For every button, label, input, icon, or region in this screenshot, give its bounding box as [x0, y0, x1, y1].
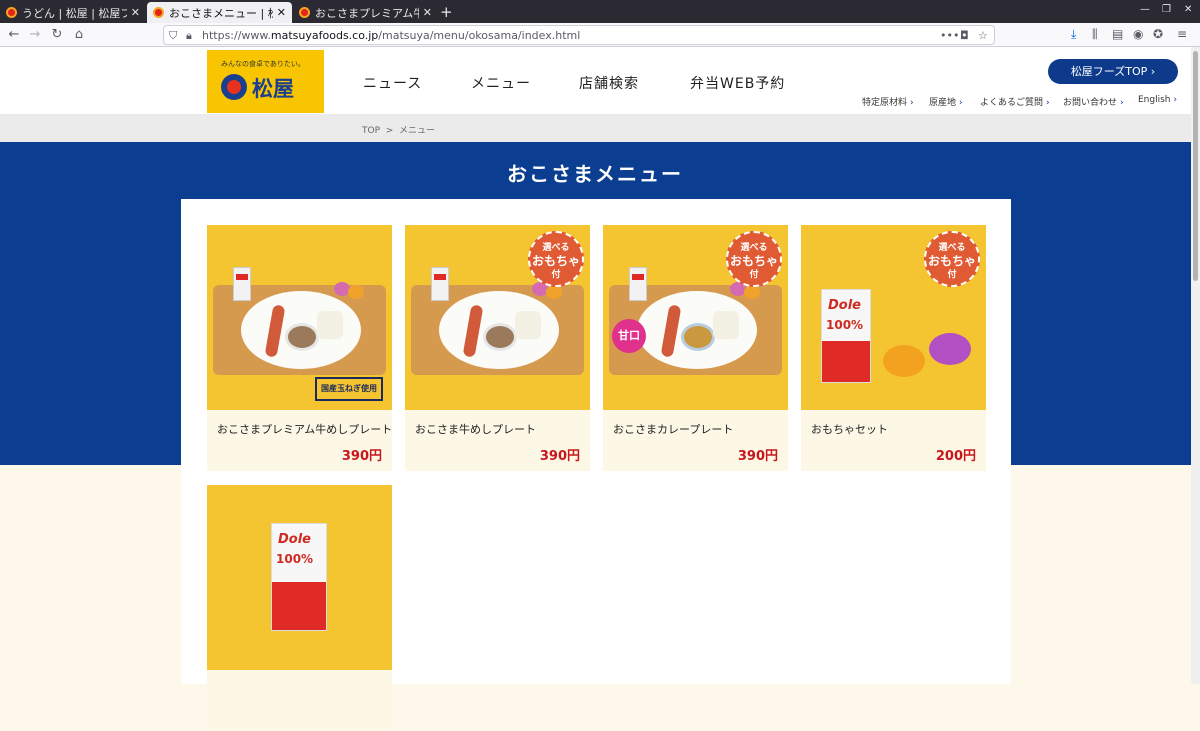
product-price: 390円 [737, 449, 778, 464]
extension-icon[interactable]: ✪ [1153, 27, 1163, 41]
logo-name: 松屋 [252, 77, 294, 101]
mild-flavor-badge: 甘口 [612, 319, 646, 353]
product-photo: Dole 100% [207, 485, 392, 670]
home-icon[interactable]: ⌂ [70, 26, 88, 44]
nav-news[interactable]: ニュース [363, 73, 422, 93]
sub-link-contact[interactable]: お問い合わせ › [1063, 95, 1124, 108]
product-price: 390円 [539, 449, 580, 464]
account-icon[interactable]: ◉ [1133, 27, 1143, 41]
menu-icon[interactable]: ≡ [1177, 27, 1187, 41]
browser-tab[interactable]: うどん | 松屋 | 松屋フーズ ✕ [0, 2, 146, 23]
nav-bento-reservation[interactable]: 弁当WEB予約 [690, 73, 785, 93]
menu-panel: 国産玉ねぎ使用 おこさまプレミアム牛めしプレート 390円 選べる おもちゃ付 お… [181, 199, 1011, 731]
browser-tab-bar: うどん | 松屋 | 松屋フーズ ✕ おこさまメニュー | 松屋 ✕ おこさまプ… [0, 0, 1200, 23]
product-card[interactable]: Dole 100% 選べる おもちゃ付 おもちゃセット 200円 [801, 225, 986, 471]
site-favicon-icon [6, 7, 17, 18]
site-favicon-icon [153, 7, 164, 18]
back-icon[interactable]: ← [5, 26, 23, 44]
page-title: おこさまメニュー [507, 162, 683, 186]
tab-title: うどん | 松屋 | 松屋フーズ [22, 6, 127, 20]
close-icon[interactable]: ✕ [277, 6, 286, 19]
matsuya-logo[interactable]: みんなの食卓でありたい。 松屋 [207, 50, 324, 113]
product-name: おこさまカレープレート [613, 423, 734, 436]
sub-link-allergens[interactable]: 特定原材料 › [862, 95, 914, 108]
browser-tab[interactable]: おこさまプレミアム牛め ✕ [293, 2, 438, 23]
tab-title: おこさまメニュー | 松屋 [169, 6, 273, 20]
site-header: みんなの食卓でありたい。 松屋 ニュース メニュー 店舗検索 弁当WEB予約 松… [0, 47, 1200, 114]
breadcrumb-home[interactable]: TOP [362, 126, 380, 136]
tab-title: おこさまプレミアム牛め [315, 6, 419, 20]
window-close-icon[interactable]: ✕ [1184, 4, 1192, 15]
logo-tagline: みんなの食卓でありたい。 [221, 60, 305, 68]
pocket-icon[interactable]: ◘ [960, 29, 969, 42]
toy-included-badge: 選べる おもちゃ付 [528, 231, 584, 287]
browser-nav-bar: ← → ↻ ⌂ ⛉ 🔒︎ https://www.matsuyafoods.co… [0, 23, 1200, 47]
sidebar-icon[interactable]: ▤ [1112, 27, 1123, 41]
product-price: 200円 [935, 449, 976, 464]
url-text: https://www.matsuyafoods.co.jp/matsuya/m… [202, 29, 581, 42]
sub-link-faq[interactable]: よくあるご質問 › [980, 95, 1050, 108]
domestic-onion-badge: 国産玉ねぎ使用 [315, 377, 383, 401]
product-photo: 国産玉ねぎ使用 [207, 225, 392, 410]
corporate-top-button[interactable]: 松屋フーズTOP › [1048, 59, 1178, 84]
restore-icon[interactable]: ❐ [1162, 4, 1171, 15]
close-icon[interactable]: ✕ [423, 6, 432, 19]
sub-link-english[interactable]: English › [1138, 95, 1177, 105]
toy-included-badge: 選べる おもちゃ付 [924, 231, 980, 287]
sub-link-origin[interactable]: 原産地 › [929, 95, 963, 108]
minimize-icon[interactable]: — [1140, 4, 1150, 15]
page-actions-icon[interactable]: ••• [940, 29, 959, 42]
product-card[interactable]: 選べる おもちゃ付 甘口 おこさまカレープレート 390円 [603, 225, 788, 471]
product-card[interactable]: 国産玉ねぎ使用 おこさまプレミアム牛めしプレート 390円 [207, 225, 392, 471]
toy-included-badge: 選べる おもちゃ付 [726, 231, 782, 287]
library-icon[interactable]: ⫼ [1092, 27, 1098, 42]
forward-icon[interactable]: → [26, 26, 44, 44]
product-photo: 選べる おもちゃ付 [405, 225, 590, 410]
product-name: おこさま牛めしプレート [415, 423, 536, 436]
page-scrollbar[interactable] [1191, 47, 1200, 684]
site-favicon-icon [299, 7, 310, 18]
product-photo: 選べる おもちゃ付 甘口 [603, 225, 788, 410]
product-photo: Dole 100% 選べる おもちゃ付 [801, 225, 986, 410]
scroll-thumb[interactable] [1193, 51, 1198, 281]
close-icon[interactable]: ✕ [131, 6, 140, 19]
product-card[interactable]: Dole 100% [207, 485, 392, 731]
product-name: おもちゃセット [811, 423, 888, 436]
browser-tab-active[interactable]: おこさまメニュー | 松屋 ✕ [147, 2, 292, 23]
nav-menu[interactable]: メニュー [471, 73, 531, 93]
breadcrumb: TOP > メニュー [0, 114, 1200, 142]
breadcrumb-separator: > [385, 126, 394, 136]
reload-icon[interactable]: ↻ [48, 26, 66, 44]
breadcrumb-current: メニュー [399, 126, 436, 136]
address-bar[interactable]: ⛉ 🔒︎ https://www.matsuyafoods.co.jp/mats… [163, 25, 995, 45]
lock-icon[interactable]: 🔒︎ [186, 29, 192, 43]
shield-icon[interactable]: ⛉ [169, 29, 177, 43]
product-name: おこさまプレミアム牛めしプレート [217, 423, 393, 436]
nav-store-search[interactable]: 店舗検索 [579, 73, 639, 93]
new-tab-icon[interactable]: + [440, 3, 453, 21]
download-icon[interactable]: ⤓ [1071, 27, 1076, 42]
logo-mark-icon [221, 74, 247, 100]
product-card[interactable]: 選べる おもちゃ付 おこさま牛めしプレート 390円 [405, 225, 590, 471]
product-price: 390円 [341, 449, 382, 464]
bookmark-star-icon[interactable]: ☆ [978, 29, 988, 42]
